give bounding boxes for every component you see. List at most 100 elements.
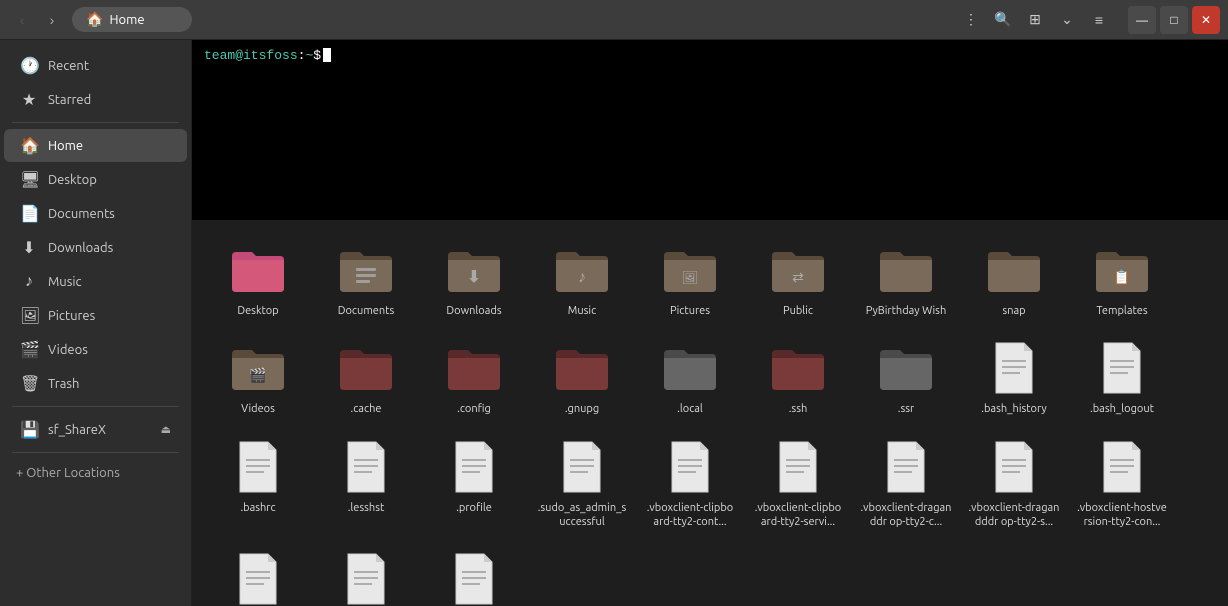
file-label-local: .local (677, 402, 703, 416)
sidebar: 🕐 Recent ★ Starred 🏠 Home 🖥 Desktop 📄 Do… (0, 40, 192, 606)
folder-icon-config (444, 338, 504, 398)
file-grid: Desktop Documents (208, 232, 1212, 606)
file-item-videos[interactable]: 🎬 Videos (208, 330, 308, 424)
file-item-local[interactable]: .local (640, 330, 740, 424)
file-icon-vboxclient5 (1092, 437, 1152, 497)
file-item-documents[interactable]: Documents (316, 232, 416, 326)
file-label-ssh: .ssh (789, 402, 808, 416)
sidebar-item-music[interactable]: ♪ Music (4, 265, 187, 298)
file-label-videos: Videos (241, 402, 275, 416)
terminal-dollar: $ (313, 48, 321, 63)
terminal-path: ~ (305, 48, 313, 63)
search-icon: 🔍 (994, 11, 1011, 28)
folder-icon-downloads: ⬇ (444, 240, 504, 300)
file-icon-bash-history (984, 338, 1044, 398)
file-item-vboxclient2[interactable]: .vboxclient-clipboard-tty2-servi... (748, 429, 848, 538)
grid-icon: ⊞ (1029, 11, 1041, 28)
sidebar-item-desktop[interactable]: 🖥 Desktop (4, 163, 187, 196)
home-icon: 🏠 (86, 11, 103, 28)
file-item-sudo-admin[interactable]: .sudo_as_admin_successful (532, 429, 632, 538)
view-mode-button[interactable]: ⊞ (1020, 6, 1050, 34)
file-item-config[interactable]: .config (424, 330, 524, 424)
file-item-gnupg[interactable]: .gnupg (532, 330, 632, 424)
file-item-snap[interactable]: snap (964, 232, 1064, 326)
file-item-music[interactable]: ♪ Music (532, 232, 632, 326)
file-item-profile[interactable]: .profile (424, 429, 524, 538)
sidebar-item-videos[interactable]: 🎬 Videos (4, 333, 187, 366)
search-button[interactable]: 🔍 (988, 6, 1018, 34)
file-item-bash-history[interactable]: .bash_history (964, 330, 1064, 424)
file-item-vboxclient7[interactable]: .vboxclient-seamless-tty2-servi... (316, 541, 416, 606)
file-label-profile: .profile (456, 501, 492, 515)
options-button[interactable]: ≡ (1084, 6, 1114, 34)
main-layout: 🕐 Recent ★ Starred 🏠 Home 🖥 Desktop 📄 Do… (0, 40, 1228, 606)
file-item-downloads[interactable]: ⬇ Downloads (424, 232, 524, 326)
sidebar-label-home: Home (48, 139, 83, 153)
file-item-vboxclient5[interactable]: .vboxclient-hostversion-tty2-con... (1072, 429, 1172, 538)
minimize-button[interactable]: — (1128, 6, 1156, 34)
close-button[interactable]: ✕ (1192, 6, 1220, 34)
file-item-public[interactable]: ⇄ Public (748, 232, 848, 326)
menu-dots-icon: ⋮ (964, 11, 978, 28)
sidebar-item-pictures[interactable]: 🖼 Pictures (4, 299, 187, 332)
sidebar-label-sf-sharex: sf_ShareX (48, 423, 106, 437)
file-item-pictures[interactable]: 🖼 Pictures (640, 232, 740, 326)
file-item-cache[interactable]: .cache (316, 330, 416, 424)
sidebar-item-home[interactable]: 🏠 Home (4, 129, 187, 162)
starred-icon: ★ (20, 90, 38, 109)
file-label-ssr: .ssr (898, 402, 914, 416)
sidebar-label-pictures: Pictures (48, 309, 95, 323)
file-item-ssr[interactable]: .ssr (856, 330, 956, 424)
file-item-vboxclient3[interactable]: .vboxclient-draganddr op-tty2-c... (856, 429, 956, 538)
sidebar-divider-2 (12, 406, 179, 407)
terminal-user: team@itsfoss (204, 48, 298, 63)
file-item-vboxclient6[interactable]: .vboxclient-seamless-tty2-cont... (208, 541, 308, 606)
sidebar-add-locations[interactable]: + Other Locations (0, 459, 191, 487)
sidebar-item-recent[interactable]: 🕐 Recent (4, 49, 187, 82)
file-item-bash-logout[interactable]: .bash_logout (1072, 330, 1172, 424)
location-bar[interactable]: 🏠 Home (72, 7, 192, 32)
sf-sharex-icon: 💾 (20, 420, 38, 439)
pictures-icon: 🖼 (20, 306, 38, 325)
file-label-cache: .cache (351, 402, 382, 416)
file-icon-vboxclient2 (768, 437, 828, 497)
file-grid-container[interactable]: Desktop Documents (192, 220, 1228, 606)
chevron-down-icon: ⌄ (1061, 11, 1073, 28)
file-item-vboxclient4[interactable]: .vboxclient-dragandddr op-tty2-s... (964, 429, 1064, 538)
file-label-pictures: Pictures (670, 304, 710, 318)
eject-icon[interactable]: ⏏ (161, 423, 171, 436)
forward-button[interactable]: › (38, 6, 66, 34)
trash-icon: 🗑 (20, 374, 38, 393)
view-toggle-button[interactable]: ⌄ (1052, 6, 1082, 34)
minimize-icon: — (1136, 13, 1148, 27)
back-button[interactable]: ‹ (8, 6, 36, 34)
file-item-bashrc[interactable]: .bashrc (208, 429, 308, 538)
file-label-vboxclient5: .vboxclient-hostversion-tty2-con... (1076, 501, 1168, 530)
svg-text:⬇: ⬇ (467, 268, 480, 286)
file-label-sudo-admin: .sudo_as_admin_successful (536, 501, 628, 530)
file-item-vboxclient1[interactable]: .vboxclient-clipboard-tty2-cont... (640, 429, 740, 538)
sidebar-label-videos: Videos (48, 343, 88, 357)
file-item-pybirthday[interactable]: PyBirthday Wish (856, 232, 956, 326)
lines-icon: ≡ (1095, 12, 1103, 28)
sidebar-item-downloads[interactable]: ⬇ Downloads (4, 231, 187, 264)
sidebar-item-sf-sharex[interactable]: 💾 sf_ShareX ⏏ (4, 413, 187, 446)
folder-icon-documents (336, 240, 396, 300)
folder-icon-desktop (228, 240, 288, 300)
documents-icon: 📄 (20, 204, 38, 223)
file-icon-sudo-admin (552, 437, 612, 497)
forward-icon: › (50, 12, 55, 28)
file-icon-vboxclient8 (444, 549, 504, 606)
menu-button[interactable]: ⋮ (956, 6, 986, 34)
sidebar-item-trash[interactable]: 🗑 Trash (4, 367, 187, 400)
file-item-templates[interactable]: 📋 Templates (1072, 232, 1172, 326)
file-item-vboxclient8[interactable]: .vboxclient-vmsvga-session-t... (424, 541, 524, 606)
file-item-ssh[interactable]: .ssh (748, 330, 848, 424)
svg-text:⇄: ⇄ (792, 269, 804, 285)
file-item-lesshst[interactable]: .lesshst (316, 429, 416, 538)
sidebar-item-starred[interactable]: ★ Starred (4, 83, 187, 116)
svg-text:🎬: 🎬 (249, 367, 266, 384)
maximize-button[interactable]: □ (1160, 6, 1188, 34)
sidebar-item-documents[interactable]: 📄 Documents (4, 197, 187, 230)
file-item-desktop[interactable]: Desktop (208, 232, 308, 326)
